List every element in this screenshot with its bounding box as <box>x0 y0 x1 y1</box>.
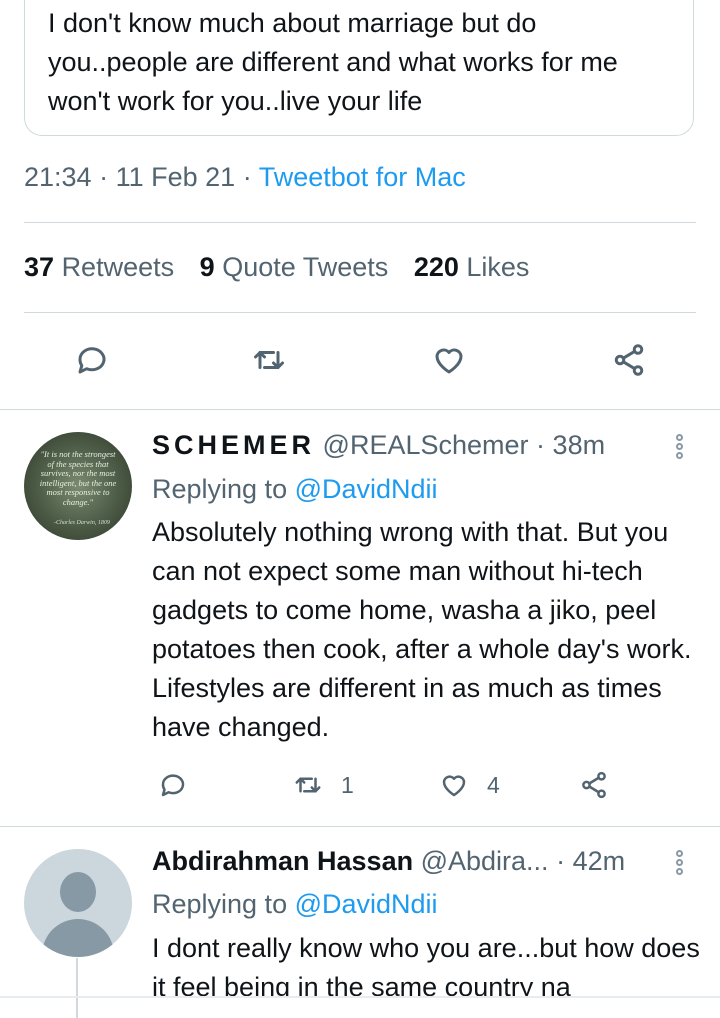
share-button[interactable] <box>607 338 651 382</box>
divider <box>24 312 696 313</box>
meta-separator: · <box>99 162 116 192</box>
retweet-count: 1 <box>341 771 354 798</box>
divider <box>0 409 720 410</box>
more-icon[interactable] <box>669 432 689 468</box>
like-count: 4 <box>487 771 500 798</box>
replying-to: Replying to @DavidNdii <box>152 474 438 505</box>
avatar-quote: "It is not the strongest of the species … <box>39 449 117 507</box>
reply-icon <box>161 774 185 797</box>
likes-label: Likes <box>466 252 530 282</box>
likes-count: 220 <box>413 252 459 282</box>
reply-button[interactable] <box>70 338 114 382</box>
tweet-time: 21:34 <box>24 162 92 192</box>
avatar-body <box>42 919 114 957</box>
handle[interactable]: @Abdira... <box>421 846 549 876</box>
reply-time: 42m <box>572 846 626 876</box>
time-separator: · <box>556 846 566 876</box>
retweet-icon <box>254 351 284 369</box>
retweets-count: 37 <box>24 252 55 282</box>
replying-label: Replying to <box>152 474 288 504</box>
reply-icon <box>78 347 106 374</box>
like-button[interactable] <box>427 338 471 382</box>
tweet-date: 11 Feb 21 <box>115 162 236 192</box>
tweet-source-link[interactable]: Tweetbot for Mac <box>259 162 466 192</box>
reply-text: Absolutely nothing wrong with that. But … <box>152 517 692 742</box>
mention-link[interactable]: @DavidNdii <box>295 889 438 919</box>
thread-line <box>76 958 78 1018</box>
like-icon <box>442 775 466 797</box>
bottom-divider <box>0 996 720 998</box>
time-separator: · <box>536 430 546 460</box>
replying-to: Replying to @DavidNdii <box>152 889 438 920</box>
display-name[interactable]: Abdirahman Hassan <box>152 846 413 876</box>
retweets-stat[interactable]: 37 Retweets <box>24 252 174 282</box>
quote-tweets-label: Quote Tweets <box>222 252 389 282</box>
reply-button[interactable] <box>158 770 188 800</box>
meta-separator: · <box>242 162 259 192</box>
tweet-meta: 21:34 · 11 Feb 21 · Tweetbot for Mac <box>24 162 466 193</box>
retweet-icon <box>295 777 321 793</box>
share-button[interactable] <box>579 770 609 800</box>
display-name[interactable]: SCHEMER <box>152 430 315 460</box>
avatar[interactable]: "It is not the strongest of the species … <box>24 432 132 540</box>
like-button[interactable]: 4 <box>439 770 500 800</box>
divider <box>24 222 696 223</box>
retweet-button[interactable]: 1 <box>293 770 354 800</box>
share-icon <box>582 771 606 799</box>
share-icon <box>614 344 644 376</box>
tweet-stats: 37 Retweets 9 Quote Tweets 220 Likes <box>24 252 529 283</box>
quote-tweets-count: 9 <box>199 252 215 282</box>
reply-text: I dont really know who you are...but how… <box>152 933 700 997</box>
divider <box>0 826 720 827</box>
quote-tweets-stat[interactable]: 9 Quote Tweets <box>200 252 389 282</box>
reply-time: 38m <box>552 430 606 460</box>
avatar-head <box>60 872 96 912</box>
replying-label: Replying to <box>152 889 288 919</box>
avatar[interactable] <box>24 849 132 957</box>
avatar-attribution: -Charles Darwin, 1809 <box>54 520 110 526</box>
like-icon <box>435 348 463 374</box>
reply-header: Abdirahman Hassan @Abdira... · 42m <box>152 846 625 877</box>
retweet-button[interactable] <box>247 338 291 382</box>
more-icon[interactable] <box>669 848 689 884</box>
mention-link[interactable]: @DavidNdii <box>295 474 438 504</box>
handle[interactable]: @REALSchemer <box>323 430 529 460</box>
retweets-label: Retweets <box>61 252 175 282</box>
likes-stat[interactable]: 220 Likes <box>414 252 530 282</box>
reply-header: SCHEMER @REALSchemer · 38m <box>152 430 605 461</box>
quoted-tweet-text: I don't know much about marriage but do … <box>48 8 618 116</box>
